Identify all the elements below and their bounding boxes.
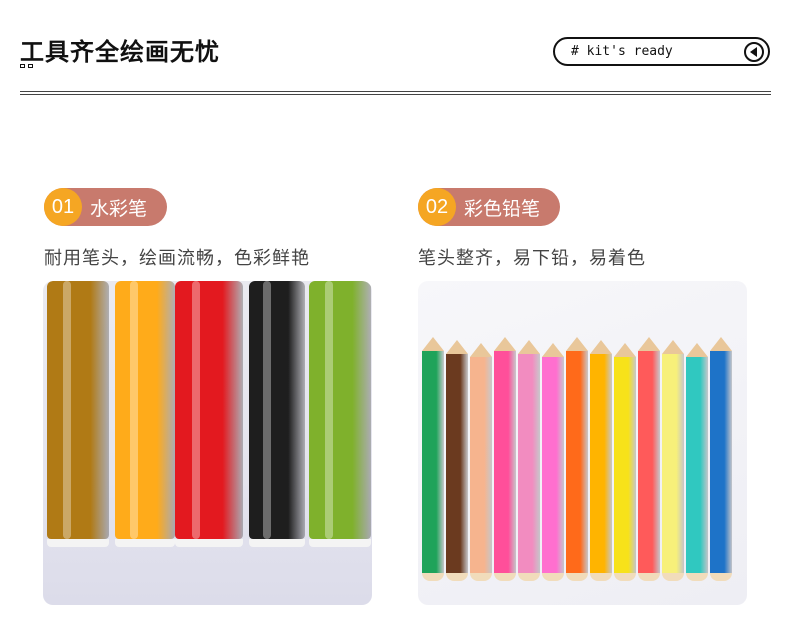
marker-pen [115,281,175,547]
colored-pencil [590,340,612,581]
pencil-end [518,573,540,581]
pencil-end [542,573,564,581]
section-number: 01 [44,188,82,226]
colored-pencil [638,337,660,581]
pencil-body [566,351,588,573]
pencil-body [518,354,540,573]
pencil-tip [710,337,732,351]
pencil-end [566,573,588,581]
pencil-tip [662,340,684,354]
pencil-end [662,573,684,581]
pencil-body [662,354,684,573]
marker-pen [47,281,109,547]
pencil-end [494,573,516,581]
arrow-left-icon[interactable] [744,42,764,62]
watercolor-pens-photo [43,281,372,605]
marker-pen [249,281,305,547]
pen-highlight [192,281,200,539]
section-title: 水彩笔 [90,197,148,220]
pencil-body [590,354,612,573]
pencil-body [710,351,732,573]
colored-pencil [518,340,540,581]
colored-pencils-photo [418,281,747,605]
pencil-end [614,573,636,581]
pencil-end [710,573,732,581]
kit-ready-label: # kit's ready [571,44,673,59]
pencil-tip [494,337,516,351]
section-badge-watercolor: 01 水彩笔 [44,188,168,226]
page-title: 工具齐全绘画无忧 [20,38,220,66]
pencil-end [638,573,660,581]
colored-pencil [566,337,588,581]
pencil-body [614,357,636,573]
pencil-tip [686,343,708,357]
pencil-end [422,573,444,581]
pencil-tip [422,337,444,351]
colored-pencil [494,337,516,581]
pencil-body [470,357,492,573]
pencil-tip [542,343,564,357]
pencil-tip [614,343,636,357]
pencil-tip [518,340,540,354]
pen-highlight [130,281,138,539]
colored-pencil [614,343,636,581]
section-description: 笔头整齐，易下铅，易着色 [418,248,646,269]
pencil-end [470,573,492,581]
colored-pencil [542,343,564,581]
pencil-tip [590,340,612,354]
pencil-tip [638,337,660,351]
pencil-end [446,573,468,581]
colored-pencil [470,343,492,581]
section-title: 彩色铅笔 [464,197,541,220]
pencil-body [686,357,708,573]
section-description: 耐用笔头，绘画流畅，色彩鲜艳 [44,248,310,269]
header-divider [20,91,771,95]
colored-pencil [686,343,708,581]
kit-ready-pill[interactable]: # kit's ready [553,37,770,66]
pencil-end [686,573,708,581]
pen-highlight [263,281,271,539]
pencil-body [638,351,660,573]
colored-pencil [710,337,732,581]
section-number: 02 [418,188,456,226]
pencil-body [422,351,444,573]
pen-highlight [325,281,333,539]
marker-pen [309,281,371,547]
pencil-tip [446,340,468,354]
colored-pencil [446,340,468,581]
pencil-tip [470,343,492,357]
title-decoration [20,64,33,68]
section-badge-colored-pencils: 02 彩色铅笔 [418,188,561,226]
pencil-body [542,357,564,573]
colored-pencil [422,337,444,581]
pencil-body [494,351,516,573]
pencil-tip [566,337,588,351]
pencil-body [446,354,468,573]
colored-pencil [662,340,684,581]
pen-highlight [63,281,71,539]
marker-pen [175,281,243,547]
pencil-end [590,573,612,581]
